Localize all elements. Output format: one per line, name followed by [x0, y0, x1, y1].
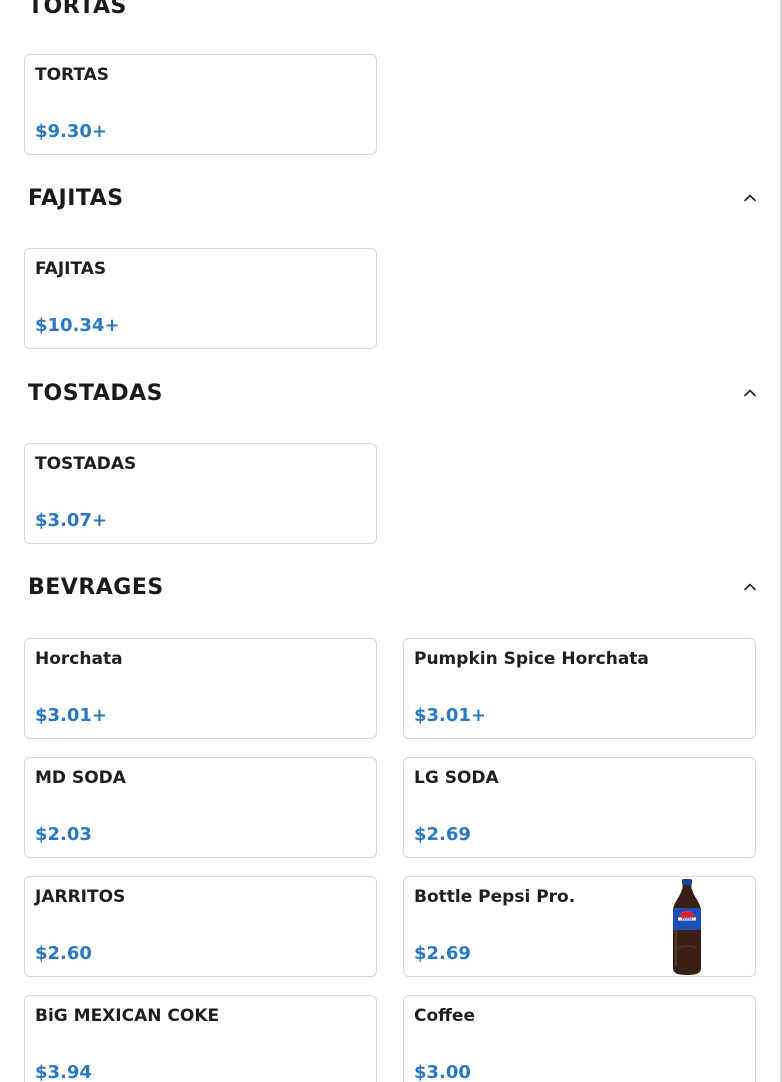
chevron-up-icon[interactable] [742, 579, 758, 595]
item-price: $3.94 [35, 1062, 92, 1082]
menu-item-card[interactable]: TOSTADAS $3.07+ [24, 443, 377, 544]
menu-item-card[interactable]: MD SODA $2.03 [24, 757, 377, 858]
item-name: Pumpkin Spice Horchata [414, 649, 649, 669]
item-price: $10.34+ [35, 315, 120, 336]
menu-item-card[interactable]: BiG MEXICAN COKE $3.94 [24, 995, 377, 1082]
menu-page: TORTAS TORTAS $9.30+ FAJITAS FAJITAS $10… [0, 0, 782, 1082]
item-price: $3.01+ [414, 705, 487, 726]
section-title: FAJITAS [28, 185, 124, 211]
item-name: FAJITAS [35, 259, 107, 279]
item-price: $2.60 [35, 943, 92, 964]
menu-item-card[interactable]: JARRITOS $2.60 [24, 876, 377, 977]
item-name: LG SODA [414, 768, 499, 788]
item-price: $2.69 [414, 824, 471, 845]
pepsi-bottle-thumbnail: PEPSI [673, 879, 701, 975]
item-name: Horchata [35, 649, 123, 669]
section-title: TOSTADAS [28, 380, 164, 406]
menu-item-card[interactable]: Pumpkin Spice Horchata $3.01+ [403, 638, 756, 739]
item-price: $2.69 [414, 943, 471, 964]
section-title: BEVRAGES [28, 574, 164, 600]
chevron-up-icon[interactable] [742, 385, 758, 401]
item-price: $2.03 [35, 824, 92, 845]
item-price: $3.01+ [35, 705, 108, 726]
item-name: MD SODA [35, 768, 126, 788]
section-title: TORTAS [28, 0, 127, 19]
menu-item-card[interactable]: LG SODA $2.69 [403, 757, 756, 858]
section-header-bevrages[interactable]: BEVRAGES [28, 567, 758, 607]
menu-item-card[interactable]: Horchata $3.01+ [24, 638, 377, 739]
item-price: $3.00 [414, 1062, 471, 1082]
item-name: BiG MEXICAN COKE [35, 1006, 220, 1026]
item-price: $9.30+ [35, 121, 108, 142]
item-name: TORTAS [35, 65, 110, 85]
menu-item-card[interactable]: TORTAS $9.30+ [24, 54, 377, 155]
bottle-label-text: PEPSI [682, 917, 692, 921]
menu-item-card[interactable]: Coffee $3.00 [403, 995, 756, 1082]
menu-item-card[interactable]: Bottle Pepsi Pro. $2.69 PEPSI [403, 876, 756, 977]
section-header-fajitas[interactable]: FAJITAS [28, 178, 758, 218]
item-name: Coffee [414, 1006, 475, 1026]
chevron-up-icon[interactable] [742, 190, 758, 206]
item-name: Bottle Pepsi Pro. [414, 887, 576, 907]
item-price: $3.07+ [35, 510, 108, 531]
item-name: TOSTADAS [35, 454, 137, 474]
menu-item-card[interactable]: FAJITAS $10.34+ [24, 248, 377, 349]
section-header-tortas[interactable]: TORTAS [28, 0, 758, 26]
section-header-tostadas[interactable]: TOSTADAS [28, 373, 758, 413]
item-name: JARRITOS [35, 887, 126, 907]
